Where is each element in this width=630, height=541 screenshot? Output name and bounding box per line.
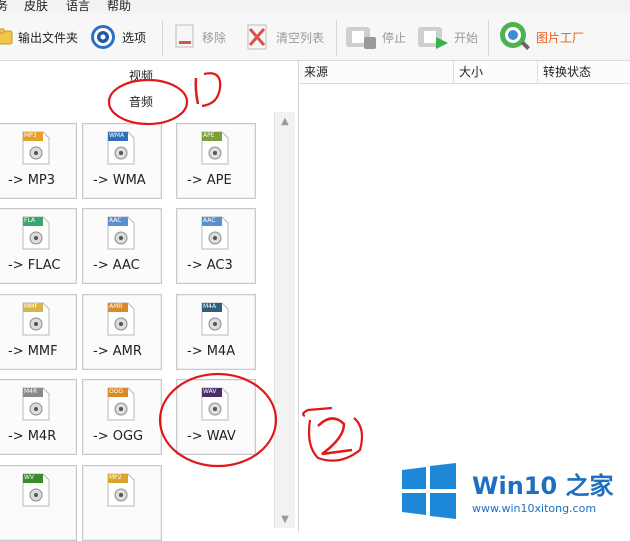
audio-circle-annotation	[107, 78, 189, 126]
annotation-layer	[107, 72, 364, 468]
wav-circle-annotation	[158, 372, 278, 468]
watermark: Win10 之家 www.win10xitong.com	[398, 460, 630, 532]
annotation-number-two	[302, 406, 364, 462]
windows-logo-icon	[402, 463, 456, 519]
watermark-url: www.win10xitong.com	[472, 502, 597, 515]
watermark-title: Win10 之家	[472, 472, 614, 500]
annotation-number-one	[194, 72, 222, 108]
